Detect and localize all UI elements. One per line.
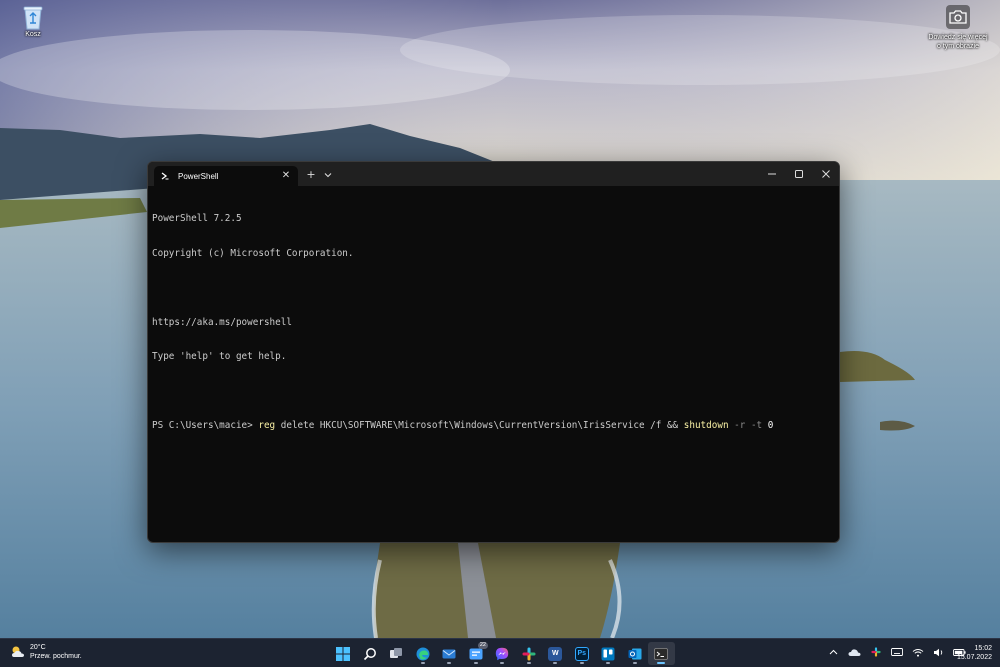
camera-icon[interactable]: [946, 5, 970, 29]
console-output[interactable]: PowerShell 7.2.5 Copyright (c) Microsoft…: [148, 186, 839, 455]
edge-button[interactable]: [410, 642, 437, 665]
taskbar-apps: 22 W Ps: [330, 642, 675, 665]
tab-label: PowerShell: [178, 171, 219, 181]
photoshop-icon: Ps: [574, 646, 589, 661]
command-reg: reg: [258, 420, 276, 431]
word-button[interactable]: W: [542, 642, 569, 665]
wifi-icon[interactable]: [910, 645, 925, 659]
maximize-button[interactable]: [788, 165, 810, 183]
terminal-window: PowerShell ✕ + PowerShell 7.2.5 Copyrigh…: [147, 161, 840, 543]
prompt: PS C:\Users\macie>: [152, 420, 259, 431]
mail-icon: [442, 649, 456, 658]
partly-cloudy-icon: [12, 646, 24, 657]
recycle-bin[interactable]: Kosz: [14, 4, 52, 38]
recycle-bin-icon: [22, 4, 44, 30]
outlook-icon: [628, 648, 642, 659]
console-line: https://aka.ms/powershell: [152, 316, 292, 328]
trello-icon: [601, 647, 615, 660]
close-button[interactable]: [815, 165, 837, 183]
search-icon: [363, 647, 376, 660]
recycle-bin-label: Kosz: [25, 31, 41, 38]
minimize-button[interactable]: [761, 165, 783, 183]
notification-badge: 22: [477, 642, 488, 649]
spotlight-info[interactable]: Dowiedz się więcej o tym obrazie: [918, 5, 998, 51]
spotlight-label-line1: Dowiedz się więcej: [928, 34, 988, 41]
volume-icon[interactable]: [931, 645, 946, 659]
command-line: PS C:\Users\macie> reg delete HKCU\SOFTW…: [152, 420, 834, 432]
command-param-t: -t: [745, 420, 763, 431]
chevron-up-icon[interactable]: [826, 645, 841, 659]
mail-button[interactable]: [436, 642, 463, 665]
command-value: 0: [762, 420, 774, 431]
spotlight-label: Dowiedz się więcej o tym obrazie: [918, 33, 998, 51]
weather-description: Przew. pochmur.: [30, 653, 82, 660]
onedrive-icon[interactable]: [847, 645, 862, 659]
photoshop-button[interactable]: Ps: [569, 642, 596, 665]
slack-button[interactable]: [516, 642, 543, 665]
teams-button[interactable]: 22: [463, 642, 490, 665]
weather-temperature: 20°C: [30, 644, 46, 651]
task-view-icon: [390, 647, 403, 658]
taskbar: 20°C Przew. pochmur. 22 W Ps 15:02 15.07…: [0, 638, 1000, 667]
edge-icon: [416, 647, 430, 660]
new-tab-button[interactable]: +: [304, 168, 318, 182]
weather-widget[interactable]: 20°C Przew. pochmur.: [10, 643, 82, 661]
title-bar[interactable]: PowerShell ✕ +: [148, 162, 839, 186]
terminal-icon: [654, 647, 669, 660]
terminal-button[interactable]: [648, 642, 675, 665]
console-line: Copyright (c) Microsoft Corporation.: [152, 247, 354, 259]
messenger-button[interactable]: [489, 642, 516, 665]
console-line: PowerShell 7.2.5: [152, 213, 242, 224]
powershell-icon: [160, 171, 170, 181]
trello-button[interactable]: [595, 642, 622, 665]
system-tray: [826, 645, 973, 659]
windows-logo-icon: [336, 646, 351, 661]
clock-time: 15:02: [974, 645, 992, 652]
command-args: delete HKCU\SOFTWARE\Microsoft\Windows\C…: [275, 420, 684, 431]
command-param-r: -r: [728, 420, 746, 431]
console-line: Type 'help' to get help.: [152, 351, 287, 362]
clock[interactable]: 15:02 15.07.2022: [952, 644, 992, 662]
word-icon: W: [548, 646, 563, 661]
clock-date: 15.07.2022: [956, 654, 992, 661]
chevron-down-icon[interactable]: [322, 168, 334, 182]
start-button[interactable]: [330, 642, 357, 665]
messenger-icon: [496, 647, 509, 660]
tab-powershell[interactable]: PowerShell ✕: [154, 166, 298, 186]
tab-close-icon[interactable]: ✕: [280, 171, 292, 181]
task-view-button[interactable]: [383, 642, 410, 665]
command-shutdown: shutdown: [683, 420, 729, 431]
spotlight-label-line2: o tym obrazie: [936, 43, 980, 50]
slack-icon: [522, 647, 536, 660]
keyboard-icon[interactable]: [889, 645, 904, 659]
slack-tray-icon[interactable]: [868, 645, 883, 659]
outlook-button[interactable]: [622, 642, 649, 665]
search-button[interactable]: [357, 642, 384, 665]
